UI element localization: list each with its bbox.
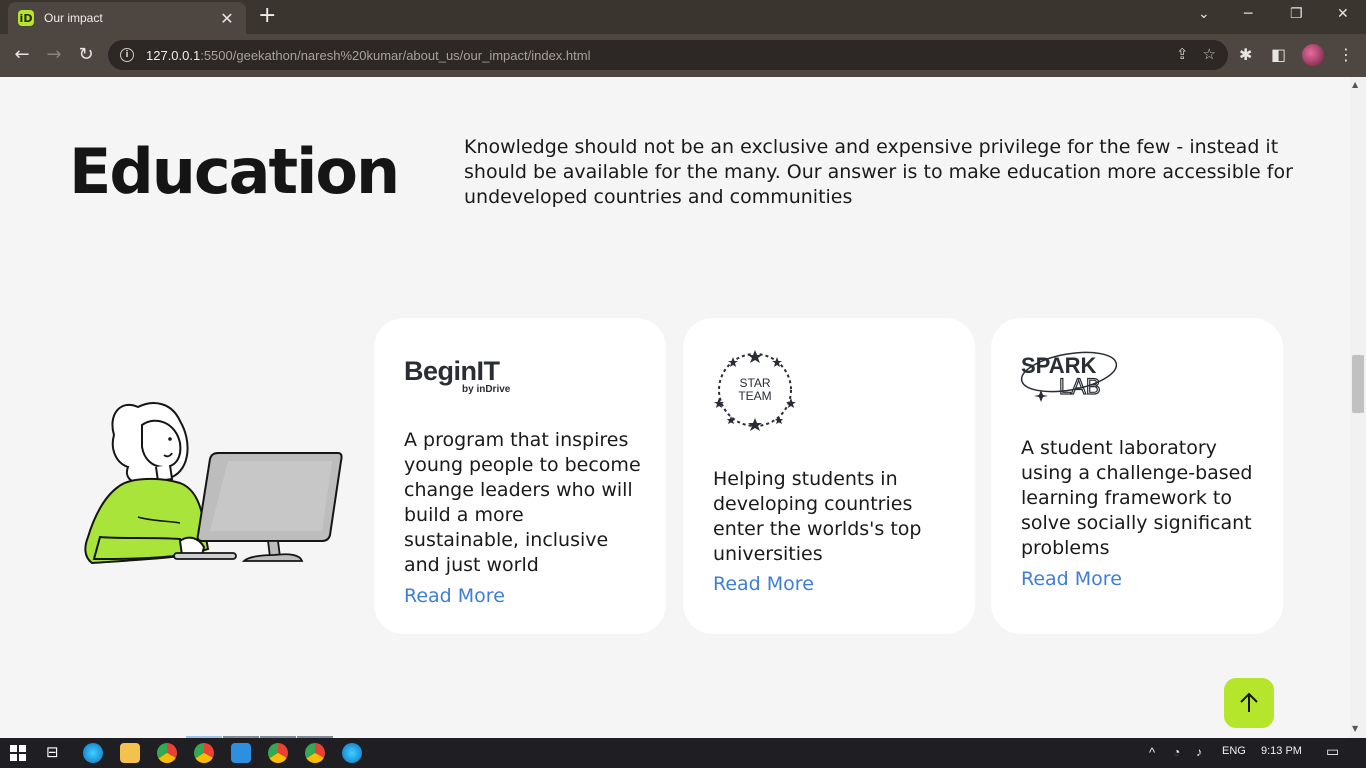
spark-lab-logo: SPARK LAB: [1020, 351, 1118, 402]
site-info-icon[interactable]: i: [120, 48, 134, 62]
star-team-logo: STAR TEAM: [714, 350, 796, 431]
page-content: Education Knowledge should not be an exc…: [0, 77, 1350, 738]
open-app-indicator: [260, 736, 296, 738]
spark-lab-logo-line2: LAB: [1059, 374, 1101, 399]
url-path: :5500/geekathon/naresh%20kumar/about_us/…: [200, 47, 591, 63]
star-team-logo-line2: TEAM: [738, 389, 771, 403]
read-more-link[interactable]: Read More: [404, 585, 505, 607]
section-description: Knowledge should not be an exclusive and…: [464, 136, 1293, 208]
tab-search-icon[interactable]: ⌄: [1198, 6, 1210, 22]
star-team-logo-line1: STAR: [739, 376, 770, 390]
bookmark-star-icon[interactable]: ☆: [1203, 45, 1216, 63]
menu-kebab-icon[interactable]: ⋮: [1338, 45, 1354, 64]
tray-overflow-chevron-icon[interactable]: ^: [1149, 745, 1155, 760]
program-card-star-team: STAR TEAM Helping students in developing…: [683, 318, 975, 634]
program-card-beginit: BeginIT by inDrive A program that inspir…: [374, 318, 666, 634]
tab-title: Our impact: [44, 11, 103, 25]
notifications-icon[interactable]: ▭: [1326, 743, 1339, 760]
browser-tab-bar: iD Our impact ✕ + ⌄ ─ ❐ ✕: [0, 0, 1366, 34]
vscode-icon[interactable]: [231, 743, 251, 763]
scroll-up-arrow-icon[interactable]: ▲: [1352, 80, 1358, 89]
edge-browser-2-icon[interactable]: [342, 743, 362, 763]
site-favicon-icon: iD: [18, 10, 34, 26]
card-description: A program that inspires young people to …: [404, 429, 641, 576]
beginit-logo: BeginIT by inDrive: [404, 356, 510, 395]
windows-taskbar: ⊟: [0, 738, 1366, 768]
scrollbar-thumb[interactable]: [1352, 355, 1364, 413]
close-tab-icon[interactable]: ✕: [218, 9, 236, 28]
read-more-link[interactable]: Read More: [713, 573, 814, 595]
minimize-icon[interactable]: ─: [1244, 6, 1252, 22]
profile-avatar[interactable]: [1302, 44, 1324, 66]
beginit-logo-text: BeginIT: [404, 356, 500, 386]
scroll-down-arrow-icon[interactable]: ▼: [1352, 724, 1358, 733]
share-icon[interactable]: ⇪: [1176, 45, 1189, 63]
volume-icon[interactable]: ♪: [1196, 745, 1202, 759]
wifi-icon[interactable]: ◔: [1173, 745, 1180, 759]
task-view-icon[interactable]: ⊟: [46, 743, 59, 761]
address-bar[interactable]: i 127.0.0.1:5500/geekathon/naresh%20kuma…: [108, 40, 1228, 70]
read-more-link[interactable]: Read More: [1021, 568, 1122, 590]
new-tab-icon[interactable]: +: [258, 5, 276, 27]
extensions-puzzle-icon[interactable]: ✱: [1239, 45, 1252, 64]
back-icon[interactable]: ←: [11, 44, 33, 65]
edge-browser-icon[interactable]: [83, 743, 103, 763]
back-to-top-button[interactable]: [1224, 678, 1274, 728]
clock[interactable]: 9:13 PM: [1261, 745, 1302, 757]
chrome-profile-3-icon[interactable]: [305, 743, 325, 763]
chrome-profile-2-icon[interactable]: [268, 743, 288, 763]
open-app-indicator: [297, 736, 333, 738]
restore-icon[interactable]: ❐: [1290, 6, 1303, 22]
arrow-up-icon: [1240, 692, 1258, 712]
language-indicator[interactable]: ENG: [1222, 745, 1246, 757]
close-window-icon[interactable]: ✕: [1337, 6, 1349, 22]
beginit-logo-subtext: by inDrive: [462, 384, 511, 395]
reload-icon[interactable]: ↻: [75, 44, 97, 65]
url-host: 127.0.0.1: [146, 47, 201, 63]
program-card-spark-lab: SPARK LAB A student laboratory using a c…: [991, 318, 1283, 634]
side-panel-icon[interactable]: ◧: [1271, 45, 1286, 64]
forward-icon[interactable]: →: [43, 44, 65, 65]
open-app-indicator: [223, 736, 259, 738]
file-explorer-icon[interactable]: [120, 743, 140, 763]
browser-toolbar: ← → ↻ i 127.0.0.1:5500/geekathon/naresh%…: [0, 34, 1366, 77]
student-computer-illustration: [84, 402, 343, 565]
card-description: Helping students in developing countries…: [713, 468, 922, 565]
browser-tab[interactable]: iD Our impact ✕: [8, 2, 246, 34]
section-title: Education: [69, 135, 400, 208]
card-description: A student laboratory using a challenge-b…: [1021, 437, 1253, 559]
windows-start-icon[interactable]: [10, 745, 26, 761]
chrome-icon[interactable]: [157, 743, 177, 763]
chrome-active-icon[interactable]: [194, 743, 214, 763]
active-app-indicator: [186, 736, 222, 738]
